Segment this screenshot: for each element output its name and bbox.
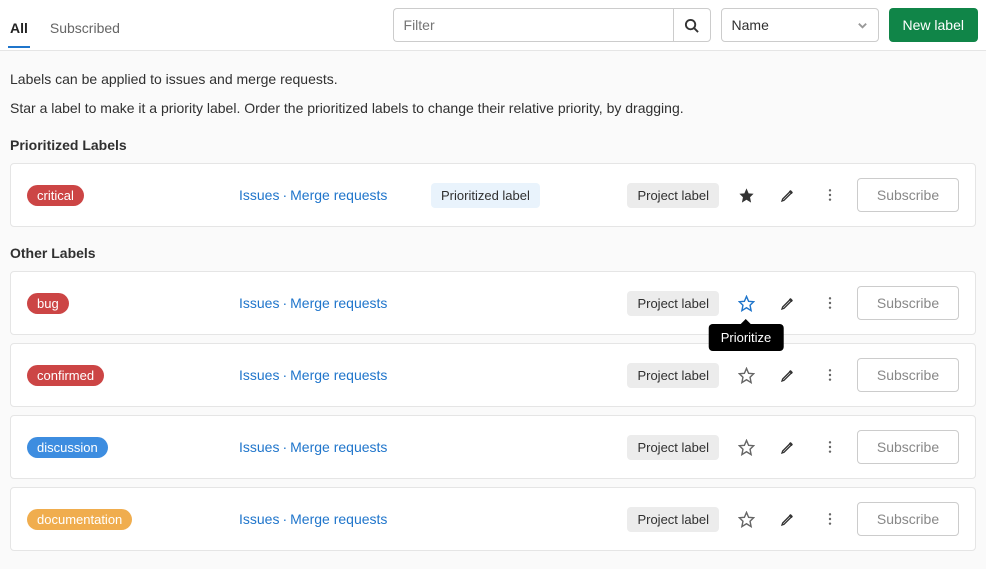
issues-link[interactable]: Issues	[239, 187, 279, 203]
star-button[interactable]: Prioritize	[731, 288, 761, 318]
more-button[interactable]	[815, 432, 845, 462]
merge-requests-link[interactable]: Merge requests	[290, 187, 387, 203]
sort-selected-label: Name	[732, 17, 769, 33]
edit-button[interactable]	[773, 180, 803, 210]
intro-line-1: Labels can be applied to issues and merg…	[10, 69, 976, 90]
label-row: documentation Issues·Merge requests Proj…	[10, 487, 976, 551]
project-label-badge: Project label	[627, 507, 719, 532]
issues-link[interactable]: Issues	[239, 295, 279, 311]
project-label-badge: Project label	[627, 183, 719, 208]
tab-all[interactable]: All	[8, 10, 30, 48]
star-button[interactable]	[731, 504, 761, 534]
star-outline-icon	[738, 511, 755, 528]
star-filled-icon	[738, 187, 755, 204]
search-icon	[684, 18, 699, 33]
tab-subscribed[interactable]: Subscribed	[48, 10, 122, 48]
prioritize-tooltip: Prioritize	[709, 324, 784, 351]
pencil-icon	[780, 187, 796, 203]
content-area: Labels can be applied to issues and merg…	[0, 51, 986, 569]
edit-button[interactable]	[773, 360, 803, 390]
tabs: All Subscribed	[8, 10, 383, 48]
separator: ·	[282, 295, 287, 311]
new-label-button[interactable]: New label	[889, 8, 978, 42]
star-button[interactable]	[731, 180, 761, 210]
star-button[interactable]	[731, 432, 761, 462]
kebab-icon	[822, 439, 838, 455]
search-button[interactable]	[673, 8, 711, 42]
separator: ·	[282, 187, 287, 203]
project-label-badge: Project label	[627, 363, 719, 388]
label-row: critical Issues·Merge requests Prioritiz…	[10, 163, 976, 227]
label-pill-documentation[interactable]: documentation	[27, 509, 132, 530]
label-row: bug Issues·Merge requests Project label …	[10, 271, 976, 335]
issues-link[interactable]: Issues	[239, 367, 279, 383]
filter-input[interactable]	[393, 8, 673, 42]
label-pill-discussion[interactable]: discussion	[27, 437, 108, 458]
project-label-badge: Project label	[627, 435, 719, 460]
star-outline-icon	[738, 439, 755, 456]
toolbar: All Subscribed Name New label	[0, 0, 986, 51]
label-pill-critical[interactable]: critical	[27, 185, 84, 206]
pencil-icon	[780, 439, 796, 455]
issues-link[interactable]: Issues	[239, 439, 279, 455]
edit-button[interactable]	[773, 504, 803, 534]
pencil-icon	[780, 295, 796, 311]
more-button[interactable]	[815, 360, 845, 390]
issues-link[interactable]: Issues	[239, 511, 279, 527]
section-other-title: Other Labels	[10, 245, 976, 261]
label-row: discussion Issues·Merge requests Project…	[10, 415, 976, 479]
merge-requests-link[interactable]: Merge requests	[290, 439, 387, 455]
subscribe-button[interactable]: Subscribe	[857, 286, 959, 320]
pencil-icon	[780, 511, 796, 527]
kebab-icon	[822, 295, 838, 311]
project-label-badge: Project label	[627, 291, 719, 316]
prioritized-badge: Prioritized label	[431, 183, 540, 208]
pencil-icon	[780, 367, 796, 383]
more-button[interactable]	[815, 288, 845, 318]
merge-requests-link[interactable]: Merge requests	[290, 511, 387, 527]
more-button[interactable]	[815, 180, 845, 210]
subscribe-button[interactable]: Subscribe	[857, 502, 959, 536]
edit-button[interactable]	[773, 432, 803, 462]
label-pill-bug[interactable]: bug	[27, 293, 69, 314]
separator: ·	[282, 367, 287, 383]
subscribe-button[interactable]: Subscribe	[857, 178, 959, 212]
more-button[interactable]	[815, 504, 845, 534]
separator: ·	[282, 439, 287, 455]
kebab-icon	[822, 511, 838, 527]
subscribe-button[interactable]: Subscribe	[857, 358, 959, 392]
intro-line-2: Star a label to make it a priority label…	[10, 98, 976, 119]
label-row: confirmed Issues·Merge requests Project …	[10, 343, 976, 407]
separator: ·	[282, 511, 287, 527]
kebab-icon	[822, 187, 838, 203]
star-outline-icon	[738, 295, 755, 312]
chevron-down-icon	[857, 20, 868, 31]
subscribe-button[interactable]: Subscribe	[857, 430, 959, 464]
merge-requests-link[interactable]: Merge requests	[290, 295, 387, 311]
kebab-icon	[822, 367, 838, 383]
star-outline-icon	[738, 367, 755, 384]
sort-dropdown[interactable]: Name	[721, 8, 879, 42]
merge-requests-link[interactable]: Merge requests	[290, 367, 387, 383]
edit-button[interactable]	[773, 288, 803, 318]
label-pill-confirmed[interactable]: confirmed	[27, 365, 104, 386]
star-button[interactable]	[731, 360, 761, 390]
filter-group	[393, 8, 711, 42]
section-prioritized-title: Prioritized Labels	[10, 137, 976, 153]
